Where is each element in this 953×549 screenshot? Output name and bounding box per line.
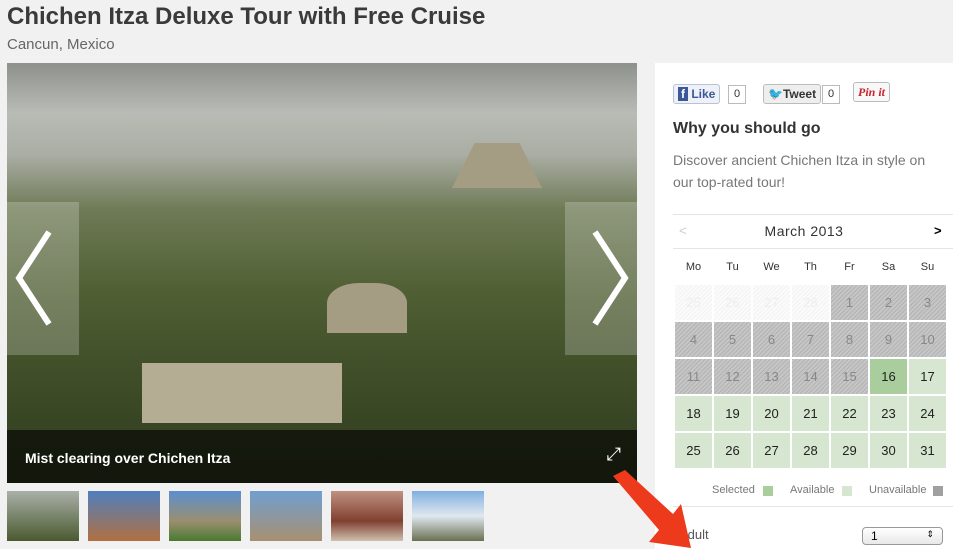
calendar-day[interactable]: 19	[714, 396, 751, 431]
calendar-day: 25	[675, 285, 712, 320]
pyramid-shape	[452, 143, 542, 188]
weekday-header: Su	[920, 261, 935, 273]
calendar-day: 28	[792, 285, 829, 320]
thumbnail[interactable]	[169, 491, 241, 541]
calendar-day[interactable]: 29	[831, 433, 868, 468]
thumbnail[interactable]	[250, 491, 322, 541]
legend-available-swatch	[842, 486, 852, 496]
observatory-shape	[327, 283, 407, 333]
calendar-day[interactable]: 18	[675, 396, 712, 431]
calendar-day[interactable]: 22	[831, 396, 868, 431]
facebook-icon: f	[678, 87, 688, 101]
calendar-day[interactable]: 16	[870, 359, 907, 394]
calendar-day[interactable]: 23	[870, 396, 907, 431]
like-count: 0	[728, 85, 747, 104]
weekday-header: Tu	[726, 261, 739, 273]
calendar-day: 1	[831, 285, 868, 320]
why-text: Discover ancient Chichen Itza in style o…	[673, 152, 926, 190]
divider	[673, 214, 953, 215]
calendar-day: 11	[675, 359, 712, 394]
calendar-day: 8	[831, 322, 868, 357]
adult-count-select[interactable]: 1 ⇕	[862, 527, 943, 545]
thumbnail[interactable]	[88, 491, 160, 541]
location-subtitle: Cancun, Mexico	[7, 36, 115, 53]
why-heading: Why you should go	[673, 120, 821, 137]
legend-unavailable-swatch	[933, 486, 943, 496]
calendar-day: 6	[753, 322, 790, 357]
nunnery-shape	[142, 363, 342, 423]
calendar-day: 27	[753, 285, 790, 320]
calendar-day: 2	[870, 285, 907, 320]
weekday-header: Fr	[844, 261, 855, 273]
calendar-day: 7	[792, 322, 829, 357]
red-arrow-annotation	[613, 470, 691, 548]
calendar-day[interactable]: 25	[675, 433, 712, 468]
legend-selected: Selected	[712, 484, 755, 496]
calendar-day: 15	[831, 359, 868, 394]
legend-available: Available	[790, 484, 835, 496]
tweet-count: 0	[822, 85, 841, 104]
calendar-day[interactable]: 30	[870, 433, 907, 468]
legend-selected-swatch	[763, 486, 773, 496]
chevron-right-icon	[592, 230, 629, 326]
calendar-day: 13	[753, 359, 790, 394]
legend-unavailable: Unavailable	[869, 484, 927, 496]
divider	[673, 248, 953, 249]
calendar-day: 5	[714, 322, 751, 357]
calendar-day[interactable]: 26	[714, 433, 751, 468]
calendar-day[interactable]: 27	[753, 433, 790, 468]
calendar-month: March 2013	[764, 223, 844, 239]
calendar-day[interactable]: 24	[909, 396, 946, 431]
calendar-day[interactable]: 31	[909, 433, 946, 468]
like-label: Like	[691, 87, 716, 101]
calendar-day: 9	[870, 322, 907, 357]
tweet-button[interactable]: 🐦Tweet	[763, 84, 822, 104]
thumbnail[interactable]	[331, 491, 403, 541]
tweet-label: Tweet	[782, 87, 817, 101]
divider	[673, 506, 953, 507]
stepper-icon: ⇕	[926, 529, 934, 539]
calendar-day: 3	[909, 285, 946, 320]
calendar-day[interactable]: 21	[792, 396, 829, 431]
calendar-day: 10	[909, 322, 946, 357]
adult-count-value: 1	[871, 529, 878, 543]
calendar-day[interactable]: 17	[909, 359, 946, 394]
thumbnail[interactable]	[7, 491, 79, 541]
booking-panel: f Like 0 🐦Tweet 0 Pin it Why you should …	[655, 63, 953, 549]
chevron-left-icon	[15, 230, 52, 326]
expand-icon[interactable]: ⤢	[607, 444, 621, 465]
page-title: Chichen Itza Deluxe Tour with Free Cruis…	[7, 3, 486, 30]
prev-photo-button[interactable]	[7, 202, 79, 355]
next-photo-button[interactable]	[565, 202, 637, 355]
weekday-header: Mo	[685, 261, 702, 273]
calendar-day: 14	[792, 359, 829, 394]
caption-text: Mist clearing over Chichen Itza	[25, 450, 231, 466]
weekday-header: Th	[804, 261, 817, 273]
thumbnail[interactable]	[412, 491, 484, 541]
facebook-like-button[interactable]: f Like	[673, 84, 721, 104]
calendar-day: 4	[675, 322, 712, 357]
calendar-day[interactable]: 20	[753, 396, 790, 431]
next-month-button[interactable]: >	[934, 223, 942, 238]
calendar-day: 26	[714, 285, 751, 320]
calendar-day: 12	[714, 359, 751, 394]
photo-caption: Mist clearing over Chichen Itza	[7, 430, 637, 483]
weekday-header: We	[763, 261, 780, 273]
calendar-day[interactable]: 28	[792, 433, 829, 468]
twitter-icon: 🐦	[768, 87, 783, 101]
photo-gallery: Mist clearing over Chichen Itza ⤢	[7, 63, 637, 483]
pinterest-button[interactable]: Pin it	[853, 82, 891, 102]
weekday-header: Sa	[881, 261, 896, 273]
